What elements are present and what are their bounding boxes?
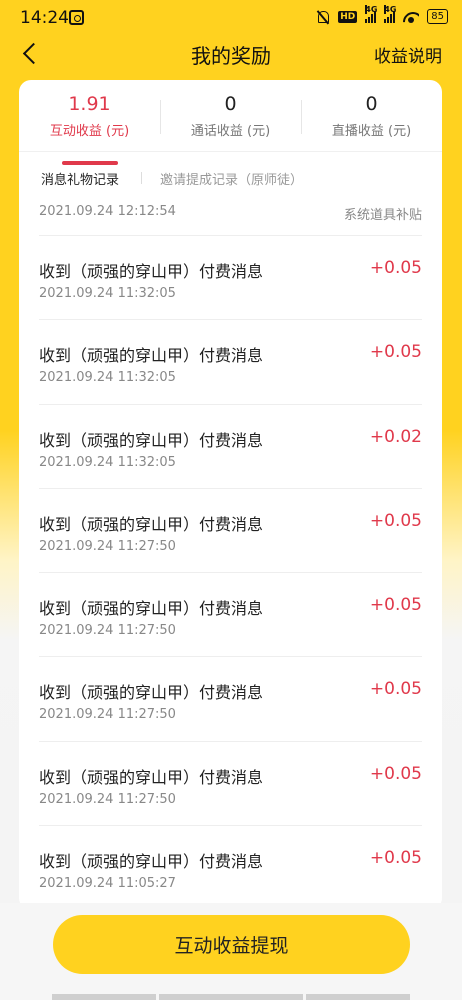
record-time: 2021.09.24 12:12:54 (39, 204, 176, 219)
record-title: 收到（顽强的穿山甲）付费消息 (39, 346, 264, 366)
stat-label: 互动收益 (元) (49, 124, 130, 139)
withdraw-interaction-earnings-button[interactable]: 互动收益提现 (53, 915, 410, 974)
stat-value: 0 (365, 93, 378, 115)
signal-icon: 4G (384, 4, 396, 23)
list-item: 收到（顽强的穿山甲）付费消息 2021.09.24 11:32:05 +0.02 (39, 405, 422, 489)
stat-label: 通话收益 (元) (190, 124, 271, 139)
record-amount: +0.02 (369, 426, 422, 447)
record-title: 收到（顽强的穿山甲）付费消息 (39, 852, 264, 872)
record-title: 收到（顽强的穿山甲）付费消息 (39, 683, 264, 703)
stat-label: 直播收益 (元) (331, 124, 412, 139)
status-bar: 14:24 HD 4G 4G 85 (0, 0, 462, 36)
record-time: 2021.09.24 11:32:05 (39, 370, 176, 386)
record-amount: +0.05 (369, 258, 422, 278)
stat-value: 1.91 (68, 93, 111, 115)
signal-label: 4G (384, 4, 397, 14)
status-indicators: HD 4G 4G 85 (316, 4, 448, 24)
record-time: 2021.09.24 11:27:50 (39, 623, 176, 639)
record-amount: +0.05 (369, 848, 422, 869)
subtab-invite-commission-records[interactable]: 邀请提成记录（原师徒） (160, 169, 303, 188)
record-amount: +0.05 (369, 763, 422, 784)
hd-badge: HD (338, 10, 358, 23)
earnings-summary: 1.91 互动收益 (元) 0 通话收益 (元) 0 直播收益 (元) (19, 80, 442, 165)
tab-interaction-earnings[interactable]: 1.91 互动收益 (元) (19, 92, 160, 165)
record-source: 系统道具补贴 (343, 208, 422, 223)
record-subtabs: 消息礼物记录 邀请提成记录（原师徒） (19, 152, 442, 204)
earnings-explanation-link[interactable]: 收益说明 (374, 42, 442, 67)
active-tab-indicator (61, 161, 118, 165)
rewards-card: 1.91 互动收益 (元) 0 通话收益 (元) 0 直播收益 (元) 消息礼物… (19, 80, 442, 910)
list-item: 收到（顽强的穿山甲）付费消息 2021.09.24 11:32:05 +0.05 (39, 320, 422, 405)
record-title: 收到（顽强的穿山甲）付费消息 (39, 430, 264, 450)
list-item: 收到（顽强的穿山甲）付费消息 2021.09.24 11:27:50 +0.05 (39, 657, 422, 742)
list-item: 2021.09.24 12:12:54 系统道具补贴 (39, 204, 422, 236)
list-item: 收到（顽强的穿山甲）付费消息 2021.09.24 11:27:50 +0.05 (39, 742, 422, 827)
record-title: 收到（顽强的穿山甲）付费消息 (39, 599, 264, 619)
battery-indicator: 85 (427, 9, 448, 24)
nav-bar-segment (159, 994, 303, 1000)
app-notification-icon (69, 10, 84, 25)
record-amount: +0.05 (369, 595, 422, 616)
list-item: 收到（顽强的穿山甲）付费消息 2021.09.24 11:27:50 +0.05 (39, 573, 422, 658)
record-time: 2021.09.24 11:05:27 (39, 876, 176, 892)
record-amount: +0.05 (369, 510, 422, 531)
signal-label: 4G (365, 4, 378, 14)
record-time: 2021.09.24 11:32:05 (39, 286, 176, 301)
record-time: 2021.09.24 11:27:50 (39, 538, 176, 554)
record-title: 收到（顽强的穿山甲）付费消息 (39, 262, 264, 281)
list-item: 收到（顽强的穿山甲）付费消息 2021.09.24 11:05:27 +0.05 (39, 826, 422, 910)
divider (141, 172, 143, 184)
record-time: 2021.09.24 11:32:05 (39, 454, 176, 470)
tab-live-earnings[interactable]: 0 直播收益 (元) (301, 92, 442, 151)
record-amount: +0.05 (369, 679, 422, 700)
signal-icon: 4G (365, 4, 377, 23)
tab-call-earnings[interactable]: 0 通话收益 (元) (160, 92, 301, 151)
stat-value: 0 (224, 93, 237, 115)
list-item: 收到（顽强的穿山甲）付费消息 2021.09.24 11:27:50 +0.05 (39, 489, 422, 574)
subtab-message-gift-records[interactable]: 消息礼物记录 (41, 169, 119, 188)
nav-bar-segment (306, 994, 410, 1000)
list-item: 收到（顽强的穿山甲）付费消息 2021.09.24 11:32:05 +0.05 (39, 236, 422, 321)
record-title: 收到（顽强的穿山甲）付费消息 (39, 767, 264, 787)
status-time: 14:24 (20, 8, 69, 28)
record-amount: +0.05 (369, 342, 422, 363)
record-title: 收到（顽强的穿山甲）付费消息 (39, 514, 264, 534)
record-time: 2021.09.24 11:27:50 (39, 707, 176, 723)
back-arrow-icon[interactable] (16, 38, 48, 70)
record-time: 2021.09.24 11:27:50 (39, 791, 176, 807)
nav-bar-segment (52, 994, 156, 1000)
wifi-icon (403, 11, 419, 23)
mute-icon (316, 10, 330, 24)
